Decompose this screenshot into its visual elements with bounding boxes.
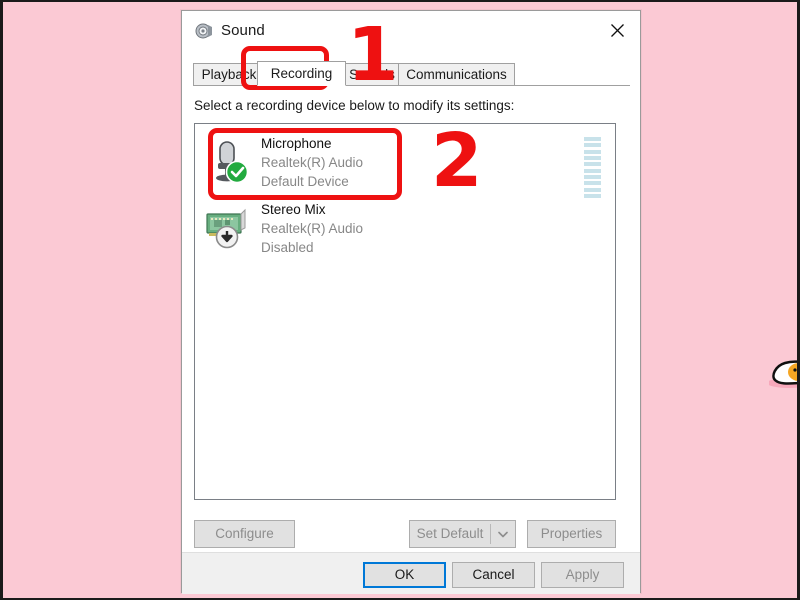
meter-segment — [584, 155, 601, 160]
device-name: Microphone — [261, 136, 332, 151]
meter-segment — [584, 174, 601, 179]
device-status: Disabled — [261, 240, 314, 255]
tab-recording[interactable]: Recording — [257, 61, 346, 86]
set-default-label: Set Default — [416, 526, 484, 541]
meter-segment — [584, 149, 601, 154]
cancel-button[interactable]: Cancel — [452, 562, 535, 588]
device-driver: Realtek(R) Audio — [261, 155, 364, 170]
volume-meter-microphone — [584, 137, 601, 198]
device-name: Stereo Mix — [261, 202, 326, 217]
cartoon-egg-mascot-icon — [769, 360, 797, 388]
device-list[interactable]: Microphone Realtek(R) Audio Default Devi… — [194, 123, 616, 500]
tab-playback-label: Playback — [201, 67, 257, 82]
chevron-down-icon — [498, 531, 508, 537]
configure-button[interactable]: Configure — [194, 520, 295, 548]
meter-segment — [584, 143, 601, 148]
device-text-stereo-mix: Stereo Mix Realtek(R) Audio Disabled — [261, 200, 363, 257]
properties-button[interactable]: Properties — [527, 520, 616, 548]
device-status: Default Device — [261, 174, 349, 189]
tab-recording-label: Recording — [270, 66, 333, 81]
ok-button[interactable]: OK — [363, 562, 446, 588]
set-default-dropdown-button[interactable] — [491, 531, 515, 538]
tab-sounds-label: Sounds — [349, 67, 395, 82]
close-button[interactable] — [594, 11, 640, 49]
device-driver: Realtek(R) Audio — [261, 221, 364, 236]
speaker-icon — [195, 23, 212, 39]
page-background: Sound Playback Recording Sounds Communic… — [0, 0, 800, 600]
set-default-split-button[interactable]: Set Default — [409, 520, 516, 548]
tab-communications[interactable]: Communications — [398, 63, 515, 86]
device-action-buttons: Configure Set Default Properties — [182, 513, 640, 552]
tabstrip: Playback Recording Sounds Communications — [193, 61, 630, 86]
window-title: Sound — [221, 22, 265, 39]
meter-segment — [584, 187, 601, 192]
dialog-client-area: Playback Recording Sounds Communications… — [182, 51, 640, 552]
device-text-microphone: Microphone Realtek(R) Audio Default Devi… — [261, 134, 363, 191]
sound-card-icon — [206, 208, 246, 249]
apply-button: Apply — [541, 562, 624, 588]
microphone-icon — [216, 141, 249, 184]
meter-segment — [584, 181, 601, 186]
tab-communications-label: Communications — [406, 67, 507, 82]
sound-dialog: Sound Playback Recording Sounds Communic… — [181, 10, 641, 594]
dialog-footer: OK Cancel Apply — [182, 552, 640, 594]
meter-segment — [584, 168, 601, 173]
titlebar: Sound — [182, 11, 640, 51]
device-row-stereo-mix[interactable]: Stereo Mix Realtek(R) Audio Disabled — [195, 195, 615, 259]
tab-sounds[interactable]: Sounds — [339, 63, 405, 86]
instruction-text: Select a recording device below to modif… — [194, 98, 515, 113]
tab-playback[interactable]: Playback — [193, 63, 265, 86]
close-icon — [610, 23, 624, 37]
meter-segment — [584, 137, 601, 141]
device-row-microphone[interactable]: Microphone Realtek(R) Audio Default Devi… — [195, 129, 615, 198]
meter-segment — [584, 162, 601, 167]
